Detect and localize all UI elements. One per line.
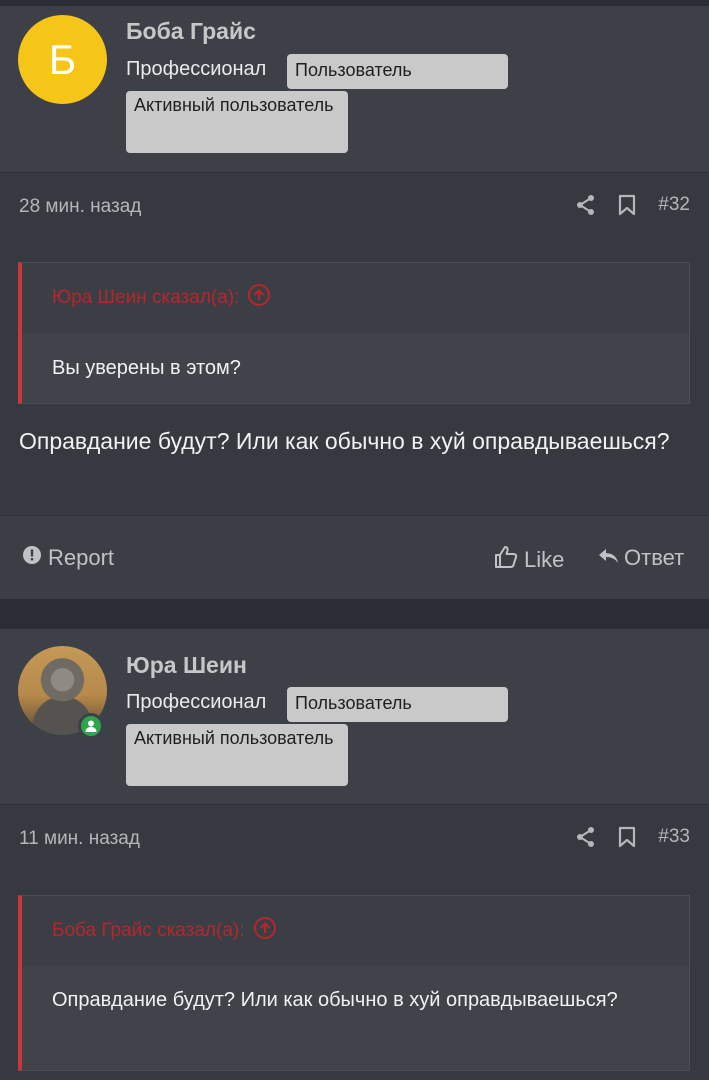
post-time[interactable]: 28 мин. назад xyxy=(19,196,141,218)
share-icon[interactable] xyxy=(576,826,596,848)
user-rank: Профессионал xyxy=(126,691,267,713)
post-header: Б Боба Грайс Профессионал Пользователь А… xyxy=(0,0,709,173)
quote-text: Оправдание будут? Или как обычно в хуй о… xyxy=(22,966,689,1070)
username[interactable]: Боба Грайс xyxy=(126,18,256,45)
reply-icon xyxy=(598,545,620,571)
reply-button[interactable]: Ответ xyxy=(598,545,684,571)
arrow-up-circle-icon[interactable] xyxy=(253,916,277,946)
user-banner-badge: Активный пользователь xyxy=(126,724,348,786)
bookmark-icon[interactable] xyxy=(618,826,636,848)
username[interactable]: Юра Шеин xyxy=(126,652,247,679)
user-online-icon xyxy=(78,713,104,739)
post-32: Б Боба Грайс Профессионал Пользователь А… xyxy=(0,0,709,599)
quote-author[interactable]: Боба Грайс сказал(а): xyxy=(52,920,245,942)
post-footer: Report Like Ответ xyxy=(0,515,709,599)
user-banner-badge: Пользователь xyxy=(287,54,508,89)
bookmark-icon[interactable] xyxy=(618,194,636,216)
quote-author[interactable]: Юра Шеин сказал(а): xyxy=(52,287,239,309)
user-banner-badge: Пользователь xyxy=(287,687,508,722)
user-rank: Профессионал xyxy=(126,58,267,80)
post-33: Юра Шеин Профессионал Пользователь Актив… xyxy=(0,629,709,1080)
post-meta-actions: #32 xyxy=(576,194,690,216)
post-number-link[interactable]: #32 xyxy=(658,194,690,216)
avatar[interactable]: Б xyxy=(18,15,107,104)
quote-header[interactable]: Юра Шеин сказал(а): xyxy=(22,263,689,333)
like-button[interactable]: Like xyxy=(494,545,564,575)
quote-text: Вы уверены в этом? xyxy=(22,333,689,403)
post-meta-actions: #33 xyxy=(576,826,690,848)
divider xyxy=(0,0,709,6)
post-time[interactable]: 11 мин. назад xyxy=(19,828,140,850)
quote-header[interactable]: Боба Грайс сказал(а): xyxy=(22,896,689,966)
exclamation-circle-icon xyxy=(22,545,42,571)
like-label: Like xyxy=(524,547,565,572)
quote-block: Юра Шеин сказал(а): Вы уверены в этом? xyxy=(18,262,690,404)
user-banner-badge: Активный пользователь xyxy=(126,91,348,153)
share-icon[interactable] xyxy=(576,194,596,216)
reply-label: Ответ xyxy=(624,545,685,570)
avatar-letter: Б xyxy=(48,35,77,83)
thumbs-up-icon xyxy=(494,545,518,575)
quote-block: Боба Грайс сказал(а): Оправдание будут? … xyxy=(18,895,690,1071)
report-label: Report xyxy=(48,545,115,570)
quote-text-content: Оправдание будут? Или как обычно в хуй о… xyxy=(52,989,618,1011)
arrow-up-circle-icon[interactable] xyxy=(247,283,271,313)
post-body: Оправдание будут? Или как обычно в хуй о… xyxy=(19,428,670,454)
report-button[interactable]: Report xyxy=(22,545,114,571)
post-number-link[interactable]: #33 xyxy=(658,826,690,848)
post-header: Юра Шеин Профессионал Пользователь Актив… xyxy=(0,629,709,805)
quote-text-content: Вы уверены в этом? xyxy=(52,356,241,379)
